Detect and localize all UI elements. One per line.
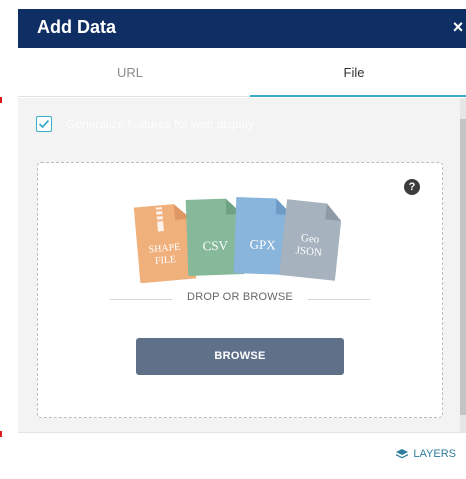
generalize-label: Generalize features for web display [66, 117, 255, 131]
layers-link[interactable]: LAYERS [396, 448, 456, 460]
geojson-label-line1: Geo [300, 232, 320, 246]
file-drop-zone[interactable]: ? SHAPE FILE CSV GPX Geo JSON DROP OR BR… [37, 162, 443, 418]
tab-file[interactable]: File [242, 48, 466, 97]
tab-bar: URL File [18, 48, 466, 97]
help-icon[interactable]: ? [404, 179, 420, 195]
left-edge-marker [0, 97, 2, 103]
dialog-header: Add Data × [18, 9, 466, 48]
geojson-file-icon: Geo JSON [279, 199, 342, 281]
generalize-checkbox[interactable] [36, 116, 52, 132]
dialog-title: Add Data [37, 17, 117, 37]
file-tab-content: Generalize features for web display ? SH… [18, 98, 466, 432]
dialog-footer: LAYERS [18, 432, 466, 479]
drop-or-browse-divider: DROP OR BROWSE [110, 291, 370, 307]
tab-url[interactable]: URL [18, 48, 242, 97]
file-type-icons: SHAPE FILE CSV GPX Geo JSON [133, 197, 342, 283]
left-edge-marker [0, 431, 2, 437]
gpx-label: GPX [249, 237, 276, 253]
layers-icon [396, 448, 409, 458]
layers-label: LAYERS [413, 448, 456, 460]
scrollbar-thumb[interactable] [460, 119, 466, 415]
browse-button[interactable]: BROWSE [136, 338, 344, 375]
checkmark-icon [38, 119, 50, 129]
tab-divider [18, 96, 250, 97]
drop-or-browse-text: DROP OR BROWSE [187, 291, 293, 303]
csv-label: CSV [202, 238, 228, 254]
close-button[interactable]: × [450, 17, 466, 38]
add-data-dialog: Add Data × URL File Generalize features … [18, 9, 466, 479]
divider-line [308, 299, 370, 300]
shapefile-label-line2: FILE [155, 254, 177, 267]
